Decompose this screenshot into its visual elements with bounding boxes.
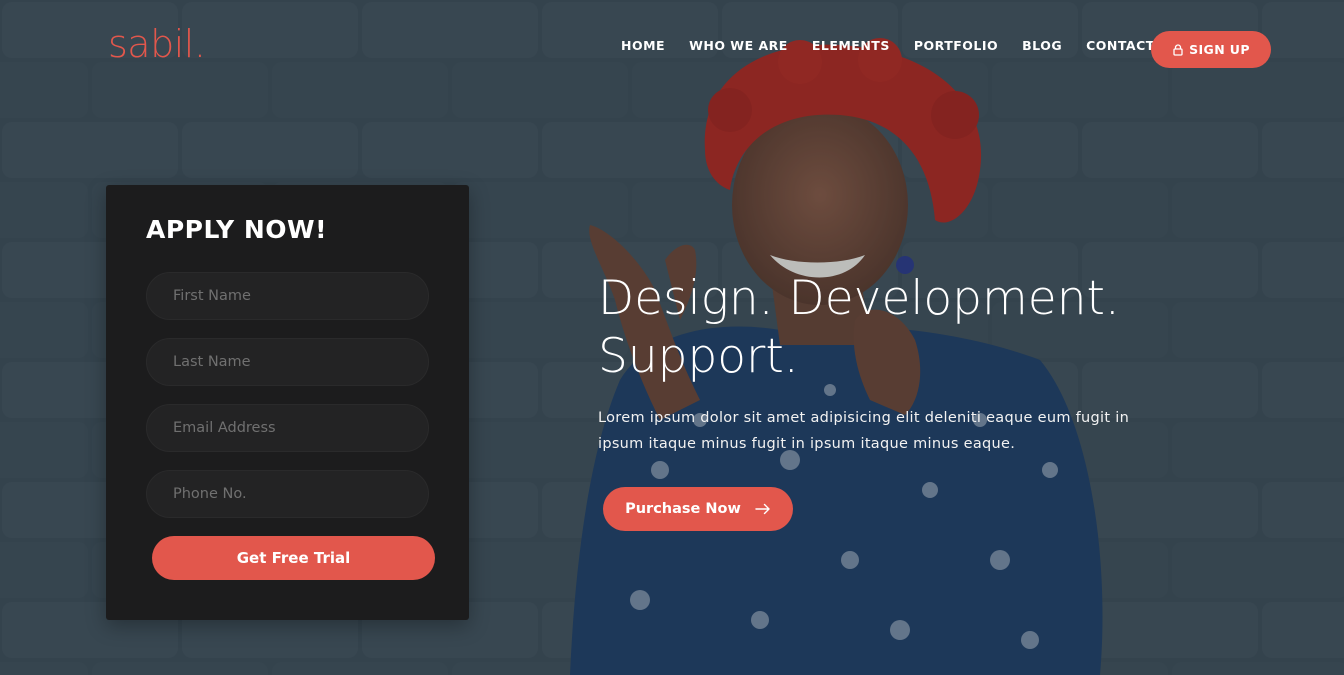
main-nav: HOME WHO WE ARE ELEMENTS PORTFOLIO BLOG … [621,38,1179,53]
get-free-trial-button[interactable]: Get Free Trial [152,536,435,580]
phone-input[interactable] [146,470,429,518]
last-name-input[interactable] [146,338,429,386]
purchase-now-label: Purchase Now [625,501,741,517]
site-logo[interactable]: sabil. [108,22,206,66]
lock-icon [1173,43,1183,56]
nav-item-contact[interactable]: CONTACT [1086,38,1155,53]
sign-up-button[interactable]: SIGN UP [1151,31,1271,68]
purchase-now-button[interactable]: Purchase Now [603,487,793,531]
nav-item-portfolio[interactable]: PORTFOLIO [914,38,998,53]
sign-up-label: SIGN UP [1189,42,1250,57]
hero-description: Lorem ipsum dolor sit amet adipisicing e… [598,410,1130,452]
apply-form-card: APPLY NOW! Get Free Trial [106,185,469,620]
first-name-input[interactable] [146,272,429,320]
nav-item-elements[interactable]: ELEMENTS [812,38,890,53]
hero-title-line-1: Design. Development. [598,271,1120,326]
nav-item-who-we-are[interactable]: WHO WE ARE [689,38,788,53]
email-input[interactable] [146,404,429,452]
arrow-right-icon [755,503,770,515]
nav-item-home[interactable]: HOME [621,38,665,53]
hero-title: Design. Development. Support. [598,270,1158,386]
form-title: APPLY NOW! [146,215,327,244]
hero-title-line-2: Support. [598,329,799,384]
nav-item-blog[interactable]: BLOG [1022,38,1062,53]
